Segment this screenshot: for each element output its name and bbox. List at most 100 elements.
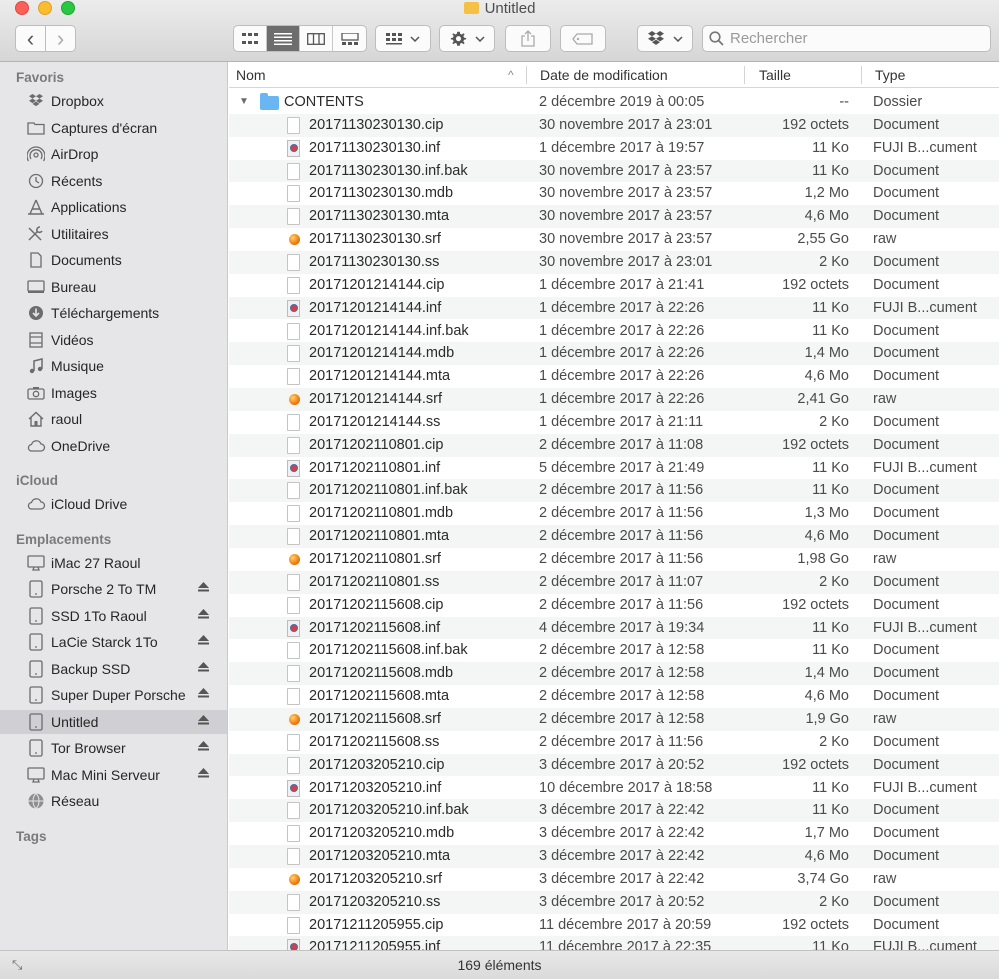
forward-button[interactable]: › xyxy=(45,25,76,52)
file-date: 30 novembre 2017 à 23:01 xyxy=(539,116,713,133)
file-row[interactable]: 20171201214144.inf.bak 1 décembre 2017 à … xyxy=(229,320,999,343)
sidebar-item[interactable]: Mac Mini Serveur xyxy=(0,763,227,787)
file-row[interactable]: 20171211205955.cip 11 décembre 2017 à 20:… xyxy=(229,914,999,937)
file-row[interactable]: 20171203205210.inf 10 décembre 2017 à 18:… xyxy=(229,777,999,800)
file-row[interactable]: 20171211205955.inf 11 décembre 2017 à 22:… xyxy=(229,936,999,950)
file-row[interactable]: 20171130230130.mta 30 novembre 2017 à 23:… xyxy=(229,205,999,229)
group-by-button[interactable] xyxy=(375,25,431,52)
sidebar-item[interactable]: Super Duper Porsche xyxy=(0,683,227,707)
column-view-button[interactable] xyxy=(300,26,333,51)
sidebar-item[interactable]: Untitled xyxy=(0,709,227,734)
gallery-view-button[interactable] xyxy=(333,26,366,51)
column-divider[interactable] xyxy=(744,66,745,84)
eject-icon[interactable] xyxy=(198,688,209,701)
eject-icon[interactable] xyxy=(198,767,209,781)
file-row[interactable]: 20171130230130.srf 30 novembre 2017 à 23:… xyxy=(229,228,999,251)
icon-view-button[interactable] xyxy=(234,26,267,51)
sidebar-item[interactable]: Réseau xyxy=(0,789,227,813)
eject-icon[interactable] xyxy=(198,582,209,595)
sidebar-item[interactable]: Porsche 2 To TM xyxy=(0,577,227,601)
sidebar-item-label: LaCie Starck 1To xyxy=(51,634,158,650)
file-row[interactable]: 20171203205210.mta 3 décembre 2017 à 22:4… xyxy=(229,845,999,868)
sidebar-item[interactable]: iMac 27 Raoul xyxy=(0,551,227,575)
document-icon xyxy=(287,916,300,934)
file-row[interactable]: 20171202115608.srf 2 décembre 2017 à 12:5… xyxy=(229,707,999,731)
chevron-right-icon: › xyxy=(56,25,65,51)
file-row[interactable]: 20171202110801.mdb 2 décembre 2017 à 11:5… xyxy=(229,502,999,525)
file-row[interactable]: 20171201214144.cip 1 décembre 2017 à 21:4… xyxy=(229,274,999,297)
sidebar-item[interactable]: Utilitaires xyxy=(0,222,227,246)
file-row[interactable]: 20171130230130.ss 30 novembre 2017 à 23:0… xyxy=(229,250,999,274)
file-row[interactable]: 20171202115608.inf 4 décembre 2017 à 19:3… xyxy=(229,616,999,640)
file-row[interactable]: 20171202110801.inf 5 décembre 2017 à 21:4… xyxy=(229,457,999,480)
file-row[interactable]: 20171202115608.mta 2 décembre 2017 à 12:5… xyxy=(229,685,999,708)
tags-button[interactable] xyxy=(560,25,606,52)
dropbox-menu-button[interactable] xyxy=(637,25,693,52)
file-row[interactable]: 20171202110801.mta 2 décembre 2017 à 11:5… xyxy=(229,525,999,548)
eject-icon[interactable] xyxy=(198,714,209,728)
column-divider[interactable] xyxy=(526,66,527,84)
disclosure-triangle-icon[interactable]: ▼ xyxy=(239,91,249,113)
eject-icon[interactable] xyxy=(198,635,209,648)
column-header-date[interactable]: Date de modification xyxy=(540,62,668,88)
sidebar-item[interactable]: SSD 1To Raoul xyxy=(0,604,227,628)
search-field[interactable] xyxy=(702,25,991,52)
file-row[interactable]: 20171203205210.ss 3 décembre 2017 à 20:52… xyxy=(229,890,999,914)
sidebar-item[interactable]: iCloud Drive xyxy=(0,492,227,516)
file-row[interactable]: 20171202110801.cip 2 décembre 2017 à 11:0… xyxy=(229,433,999,457)
file-row[interactable]: 20171203205210.cip 3 décembre 2017 à 20:5… xyxy=(229,753,999,777)
file-row[interactable]: 20171201214144.srf 1 décembre 2017 à 22:2… xyxy=(229,388,999,411)
column-divider[interactable] xyxy=(861,66,862,84)
folder-row-contents[interactable]: ▼ CONTENTS 2 décembre 2019 à 00:05 -- Do… xyxy=(229,91,999,114)
eject-icon[interactable] xyxy=(198,661,209,675)
file-row[interactable]: 20171203205210.mdb 3 décembre 2017 à 22:4… xyxy=(229,822,999,845)
sidebar-item[interactable]: OneDrive xyxy=(0,434,227,458)
eject-icon[interactable] xyxy=(198,608,209,622)
file-row[interactable]: 20171202115608.cip 2 décembre 2017 à 11:5… xyxy=(229,594,999,617)
sidebar-item[interactable]: AirDrop xyxy=(0,142,227,166)
sidebar-item[interactable]: Bureau xyxy=(0,275,227,299)
search-input[interactable] xyxy=(730,30,980,47)
file-row[interactable]: 20171202115608.mdb 2 décembre 2017 à 12:5… xyxy=(229,662,999,686)
sidebar-item[interactable]: Récents xyxy=(0,169,227,193)
folder-icon xyxy=(26,119,46,137)
file-row[interactable]: 20171203205210.srf 3 décembre 2017 à 22:4… xyxy=(229,868,999,891)
sidebar-item[interactable]: Musique xyxy=(0,354,227,378)
file-row[interactable]: 20171130230130.inf.bak 30 novembre 2017 à… xyxy=(229,159,999,183)
back-button[interactable]: ‹ xyxy=(15,25,46,52)
column-header-size[interactable]: Taille xyxy=(759,62,791,88)
sidebar-item[interactable]: Tor Browser xyxy=(0,736,227,760)
file-row[interactable]: 20171201214144.mdb 1 décembre 2017 à 22:2… xyxy=(229,342,999,366)
file-row[interactable]: 20171201214144.mta 1 décembre 2017 à 22:2… xyxy=(229,365,999,388)
file-row[interactable]: 20171130230130.inf 1 décembre 2017 à 19:5… xyxy=(229,137,999,160)
eject-icon[interactable] xyxy=(198,741,209,754)
icloud-header: iCloud xyxy=(16,473,58,488)
sidebar-item[interactable]: raoul xyxy=(0,407,227,431)
sidebar-item[interactable]: Vidéos xyxy=(0,328,227,352)
file-row[interactable]: 20171202115608.ss 2 décembre 2017 à 11:56… xyxy=(229,731,999,754)
file-row[interactable]: 20171201214144.inf 1 décembre 2017 à 22:2… xyxy=(229,296,999,320)
file-row[interactable]: 20171201214144.ss 1 décembre 2017 à 21:11… xyxy=(229,411,999,434)
column-header-type[interactable]: Type xyxy=(875,62,905,88)
file-row[interactable]: 20171202110801.srf 2 décembre 2017 à 11:5… xyxy=(229,548,999,571)
share-button[interactable] xyxy=(505,25,551,52)
column-header-name[interactable]: Nom xyxy=(236,62,266,88)
file-size: 11 Ko xyxy=(812,459,849,476)
sidebar-item[interactable]: Images xyxy=(0,381,227,405)
sidebar-item[interactable]: Applications xyxy=(0,195,227,219)
sidebar-item[interactable]: Backup SSD xyxy=(0,657,227,681)
file-row[interactable]: 20171202115608.inf.bak 2 décembre 2017 à … xyxy=(229,639,999,662)
file-row[interactable]: 20171202110801.ss 2 décembre 2017 à 11:07… xyxy=(229,570,999,594)
file-row[interactable]: 20171203205210.inf.bak 3 décembre 2017 à … xyxy=(229,799,999,823)
file-row[interactable]: 20171130230130.mdb 30 novembre 2017 à 23:… xyxy=(229,182,999,205)
sidebar-item[interactable]: Téléchargements xyxy=(0,301,227,325)
sidebar-item[interactable]: Dropbox xyxy=(0,89,227,113)
sidebar-item[interactable]: Documents xyxy=(0,248,227,272)
action-menu-button[interactable] xyxy=(439,25,495,52)
file-row[interactable]: 20171130230130.cip 30 novembre 2017 à 23:… xyxy=(229,113,999,137)
list-view-button[interactable] xyxy=(267,26,300,51)
sidebar-item[interactable]: Captures d'écran xyxy=(0,116,227,140)
file-row[interactable]: 20171202110801.inf.bak 2 décembre 2017 à … xyxy=(229,479,999,503)
file-type: FUJI B...cument xyxy=(873,779,977,796)
sidebar-item[interactable]: LaCie Starck 1To xyxy=(0,630,227,654)
